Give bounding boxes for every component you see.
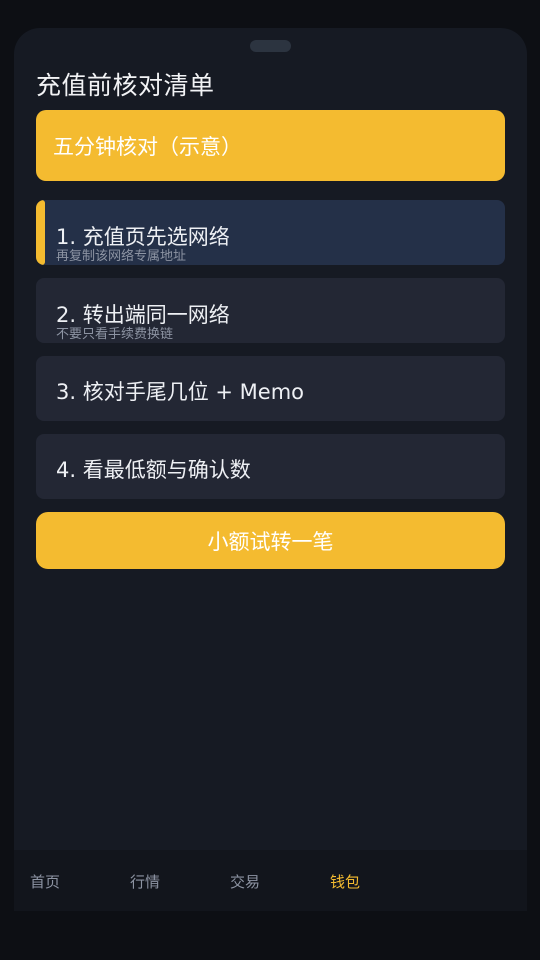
tab-market[interactable]: 行情 [130,871,160,892]
checklist-step-4[interactable]: 4. 看最低额与确认数 [36,434,505,499]
step-subtitle: 不要只看手续费换链 [56,327,174,342]
checklist-step-1[interactable]: 1. 充值页先选网络 再复制该网络专属地址 [36,200,505,265]
tab-home[interactable]: 首页 [30,871,60,892]
notch-indicator [250,40,291,52]
active-step-indicator [36,200,45,265]
step-subtitle: 再复制该网络专属地址 [56,249,187,264]
step-title: 4. 看最低额与确认数 [56,458,251,482]
tab-trade[interactable]: 交易 [230,871,260,892]
bottom-tab-bar: 首页 行情 交易 钱包 [14,850,527,911]
step-title: 3. 核对手尾几位 + Memo [56,380,305,404]
checklist-step-3[interactable]: 3. 核对手尾几位 + Memo [36,356,505,421]
banner-label: 五分钟核对（示意） [53,134,242,159]
phone-screen: 充值前核对清单 五分钟核对（示意） 1. 充值页先选网络 再复制该网络专属地址 … [14,28,527,911]
checklist-step-2[interactable]: 2. 转出端同一网络 不要只看手续费换链 [36,278,505,343]
page-title: 充值前核对清单 [36,71,215,100]
tab-wallet[interactable]: 钱包 [330,871,360,892]
small-test-transfer-button[interactable]: 小额试转一笔 [36,512,505,569]
info-banner: 五分钟核对（示意） [36,110,505,181]
